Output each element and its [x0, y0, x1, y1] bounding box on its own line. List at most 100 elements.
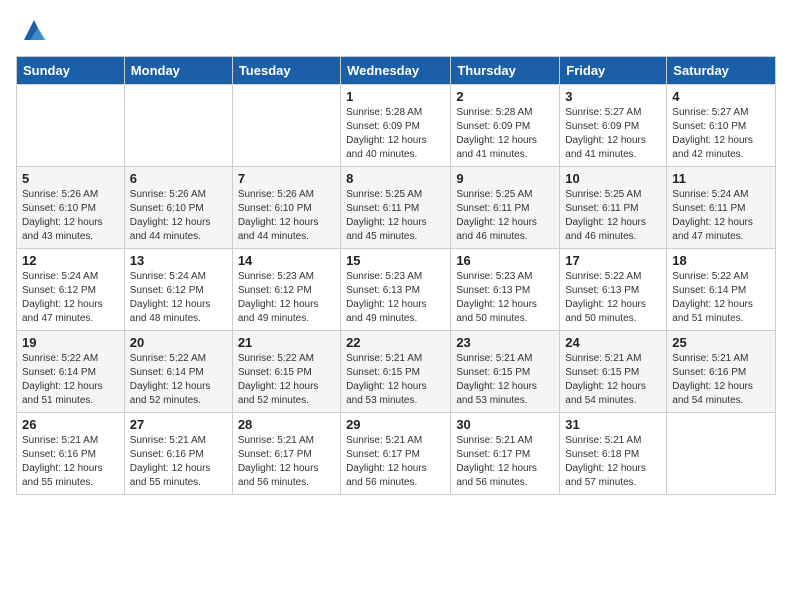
cell-day-number: 27 — [130, 417, 227, 432]
calendar-week-2: 12 Sunrise: 5:24 AM Sunset: 6:12 PM Dayli… — [17, 249, 776, 331]
cell-day-number: 4 — [672, 89, 770, 104]
cell-day-number: 29 — [346, 417, 445, 432]
calendar-week-1: 5 Sunrise: 5:26 AM Sunset: 6:10 PM Daylig… — [17, 167, 776, 249]
cell-info: Sunrise: 5:22 AM Sunset: 6:13 PM Dayligh… — [565, 270, 661, 326]
cell-day-number: 3 — [565, 89, 661, 104]
calendar-cell: 8 Sunrise: 5:25 AM Sunset: 6:11 PM Daylig… — [341, 167, 451, 249]
day-header-saturday: Saturday — [667, 57, 776, 85]
calendar-cell — [232, 85, 340, 167]
day-header-thursday: Thursday — [451, 57, 560, 85]
cell-info: Sunrise: 5:23 AM Sunset: 6:12 PM Dayligh… — [238, 270, 335, 326]
cell-day-number: 22 — [346, 335, 445, 350]
calendar-cell: 13 Sunrise: 5:24 AM Sunset: 6:12 PM Dayli… — [124, 249, 232, 331]
calendar-cell: 29 Sunrise: 5:21 AM Sunset: 6:17 PM Dayli… — [341, 413, 451, 495]
logo — [16, 16, 48, 44]
cell-day-number: 12 — [22, 253, 119, 268]
calendar-cell: 17 Sunrise: 5:22 AM Sunset: 6:13 PM Dayli… — [560, 249, 667, 331]
day-header-sunday: Sunday — [17, 57, 125, 85]
cell-info: Sunrise: 5:21 AM Sunset: 6:16 PM Dayligh… — [130, 434, 227, 490]
cell-info: Sunrise: 5:27 AM Sunset: 6:10 PM Dayligh… — [672, 106, 770, 162]
calendar-cell: 12 Sunrise: 5:24 AM Sunset: 6:12 PM Dayli… — [17, 249, 125, 331]
cell-info: Sunrise: 5:24 AM Sunset: 6:12 PM Dayligh… — [22, 270, 119, 326]
cell-info: Sunrise: 5:21 AM Sunset: 6:17 PM Dayligh… — [456, 434, 554, 490]
day-header-wednesday: Wednesday — [341, 57, 451, 85]
calendar-cell: 27 Sunrise: 5:21 AM Sunset: 6:16 PM Dayli… — [124, 413, 232, 495]
cell-day-number: 28 — [238, 417, 335, 432]
calendar-cell: 7 Sunrise: 5:26 AM Sunset: 6:10 PM Daylig… — [232, 167, 340, 249]
cell-info: Sunrise: 5:27 AM Sunset: 6:09 PM Dayligh… — [565, 106, 661, 162]
calendar-week-0: 1Sunrise: 5:28 AM Sunset: 6:09 PM Daylig… — [17, 85, 776, 167]
calendar-cell: 6 Sunrise: 5:26 AM Sunset: 6:10 PM Daylig… — [124, 167, 232, 249]
cell-info: Sunrise: 5:28 AM Sunset: 6:09 PM Dayligh… — [346, 106, 445, 162]
calendar-cell: 22 Sunrise: 5:21 AM Sunset: 6:15 PM Dayli… — [341, 331, 451, 413]
calendar-cell: 2Sunrise: 5:28 AM Sunset: 6:09 PM Daylig… — [451, 85, 560, 167]
day-header-friday: Friday — [560, 57, 667, 85]
calendar-cell: 5 Sunrise: 5:26 AM Sunset: 6:10 PM Daylig… — [17, 167, 125, 249]
cell-info: Sunrise: 5:22 AM Sunset: 6:14 PM Dayligh… — [672, 270, 770, 326]
cell-info: Sunrise: 5:21 AM Sunset: 6:15 PM Dayligh… — [346, 352, 445, 408]
cell-day-number: 5 — [22, 171, 119, 186]
cell-day-number: 7 — [238, 171, 335, 186]
cell-info: Sunrise: 5:26 AM Sunset: 6:10 PM Dayligh… — [238, 188, 335, 244]
cell-day-number: 16 — [456, 253, 554, 268]
calendar-cell: 1Sunrise: 5:28 AM Sunset: 6:09 PM Daylig… — [341, 85, 451, 167]
calendar-cell: 28 Sunrise: 5:21 AM Sunset: 6:17 PM Dayli… — [232, 413, 340, 495]
calendar-cell: 23 Sunrise: 5:21 AM Sunset: 6:15 PM Dayli… — [451, 331, 560, 413]
cell-info: Sunrise: 5:21 AM Sunset: 6:15 PM Dayligh… — [565, 352, 661, 408]
cell-info: Sunrise: 5:21 AM Sunset: 6:18 PM Dayligh… — [565, 434, 661, 490]
cell-day-number: 6 — [130, 171, 227, 186]
calendar-cell: 14 Sunrise: 5:23 AM Sunset: 6:12 PM Dayli… — [232, 249, 340, 331]
cell-info: Sunrise: 5:25 AM Sunset: 6:11 PM Dayligh… — [346, 188, 445, 244]
cell-info: Sunrise: 5:22 AM Sunset: 6:14 PM Dayligh… — [22, 352, 119, 408]
cell-info: Sunrise: 5:23 AM Sunset: 6:13 PM Dayligh… — [456, 270, 554, 326]
cell-day-number: 17 — [565, 253, 661, 268]
cell-day-number: 21 — [238, 335, 335, 350]
calendar-cell: 21 Sunrise: 5:22 AM Sunset: 6:15 PM Dayli… — [232, 331, 340, 413]
cell-info: Sunrise: 5:21 AM Sunset: 6:16 PM Dayligh… — [672, 352, 770, 408]
cell-day-number: 20 — [130, 335, 227, 350]
cell-info: Sunrise: 5:24 AM Sunset: 6:12 PM Dayligh… — [130, 270, 227, 326]
cell-day-number: 13 — [130, 253, 227, 268]
cell-day-number: 23 — [456, 335, 554, 350]
cell-day-number: 11 — [672, 171, 770, 186]
cell-info: Sunrise: 5:23 AM Sunset: 6:13 PM Dayligh… — [346, 270, 445, 326]
calendar-cell: 25Sunrise: 5:21 AM Sunset: 6:16 PM Dayli… — [667, 331, 776, 413]
calendar-week-4: 26 Sunrise: 5:21 AM Sunset: 6:16 PM Dayli… — [17, 413, 776, 495]
cell-info: Sunrise: 5:26 AM Sunset: 6:10 PM Dayligh… — [22, 188, 119, 244]
calendar-cell: 10Sunrise: 5:25 AM Sunset: 6:11 PM Dayli… — [560, 167, 667, 249]
cell-info: Sunrise: 5:22 AM Sunset: 6:15 PM Dayligh… — [238, 352, 335, 408]
page-header — [16, 16, 776, 44]
cell-day-number: 8 — [346, 171, 445, 186]
calendar-cell: 9 Sunrise: 5:25 AM Sunset: 6:11 PM Daylig… — [451, 167, 560, 249]
cell-day-number: 15 — [346, 253, 445, 268]
calendar-cell: 19 Sunrise: 5:22 AM Sunset: 6:14 PM Dayli… — [17, 331, 125, 413]
calendar-cell: 3 Sunrise: 5:27 AM Sunset: 6:09 PM Daylig… — [560, 85, 667, 167]
day-header-monday: Monday — [124, 57, 232, 85]
calendar-cell: 26Sunrise: 5:21 AM Sunset: 6:16 PM Dayli… — [17, 413, 125, 495]
cell-info: Sunrise: 5:26 AM Sunset: 6:10 PM Dayligh… — [130, 188, 227, 244]
cell-info: Sunrise: 5:22 AM Sunset: 6:14 PM Dayligh… — [130, 352, 227, 408]
calendar-cell: 30 Sunrise: 5:21 AM Sunset: 6:17 PM Dayli… — [451, 413, 560, 495]
calendar-cell: 20 Sunrise: 5:22 AM Sunset: 6:14 PM Dayli… — [124, 331, 232, 413]
cell-day-number: 2 — [456, 89, 554, 104]
calendar-cell: 18 Sunrise: 5:22 AM Sunset: 6:14 PM Dayli… — [667, 249, 776, 331]
calendar-cell: 16 Sunrise: 5:23 AM Sunset: 6:13 PM Dayli… — [451, 249, 560, 331]
cell-day-number: 30 — [456, 417, 554, 432]
cell-day-number: 24 — [565, 335, 661, 350]
cell-day-number: 26 — [22, 417, 119, 432]
calendar-cell: 15 Sunrise: 5:23 AM Sunset: 6:13 PM Dayli… — [341, 249, 451, 331]
calendar-cell — [17, 85, 125, 167]
cell-info: Sunrise: 5:25 AM Sunset: 6:11 PM Dayligh… — [456, 188, 554, 244]
cell-info: Sunrise: 5:21 AM Sunset: 6:15 PM Dayligh… — [456, 352, 554, 408]
cell-info: Sunrise: 5:21 AM Sunset: 6:17 PM Dayligh… — [346, 434, 445, 490]
cell-day-number: 9 — [456, 171, 554, 186]
cell-info: Sunrise: 5:25 AM Sunset: 6:11 PM Dayligh… — [565, 188, 661, 244]
cell-info: Sunrise: 5:21 AM Sunset: 6:17 PM Dayligh… — [238, 434, 335, 490]
calendar-cell — [667, 413, 776, 495]
cell-info: Sunrise: 5:24 AM Sunset: 6:11 PM Dayligh… — [672, 188, 770, 244]
calendar-cell: 31Sunrise: 5:21 AM Sunset: 6:18 PM Dayli… — [560, 413, 667, 495]
calendar-week-3: 19 Sunrise: 5:22 AM Sunset: 6:14 PM Dayli… — [17, 331, 776, 413]
cell-day-number: 14 — [238, 253, 335, 268]
cell-day-number: 18 — [672, 253, 770, 268]
cell-day-number: 19 — [22, 335, 119, 350]
